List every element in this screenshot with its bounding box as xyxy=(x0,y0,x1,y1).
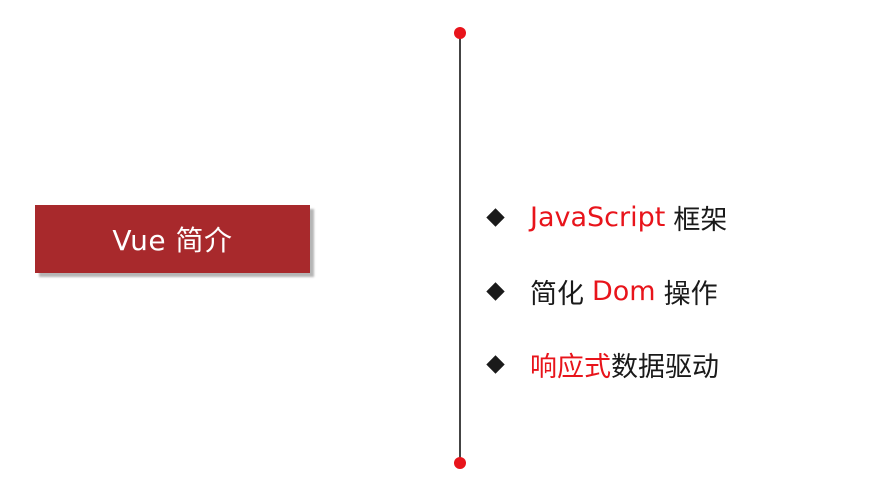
diamond-icon xyxy=(486,354,505,374)
vertical-divider xyxy=(459,32,461,463)
bullet-text: 数据驱动 xyxy=(611,351,719,383)
divider-bottom-dot xyxy=(454,457,466,469)
bullet-text: 操作 xyxy=(663,278,718,310)
bullet-text: 框架 xyxy=(673,204,728,236)
section-title: Vue 简介 xyxy=(112,224,233,257)
bullet-highlight: JavaScript xyxy=(530,201,666,233)
diamond-icon xyxy=(486,281,505,301)
bullet-highlight: 响应式 xyxy=(530,351,611,383)
section-title-box: Vue 简介 xyxy=(35,205,310,273)
bullet-item-simplify-dom: 简化 Dom 操作 xyxy=(486,271,877,311)
bullet-highlight: Dom xyxy=(592,275,656,307)
divider-top-dot xyxy=(454,27,466,39)
bullet-lead: 简化 xyxy=(530,278,584,310)
bullet-item-reactive-data: 响应式 数据驱动 xyxy=(486,344,877,384)
diamond-icon xyxy=(486,207,505,227)
bullet-item-javascript-framework: JavaScript 框架 xyxy=(486,197,877,237)
